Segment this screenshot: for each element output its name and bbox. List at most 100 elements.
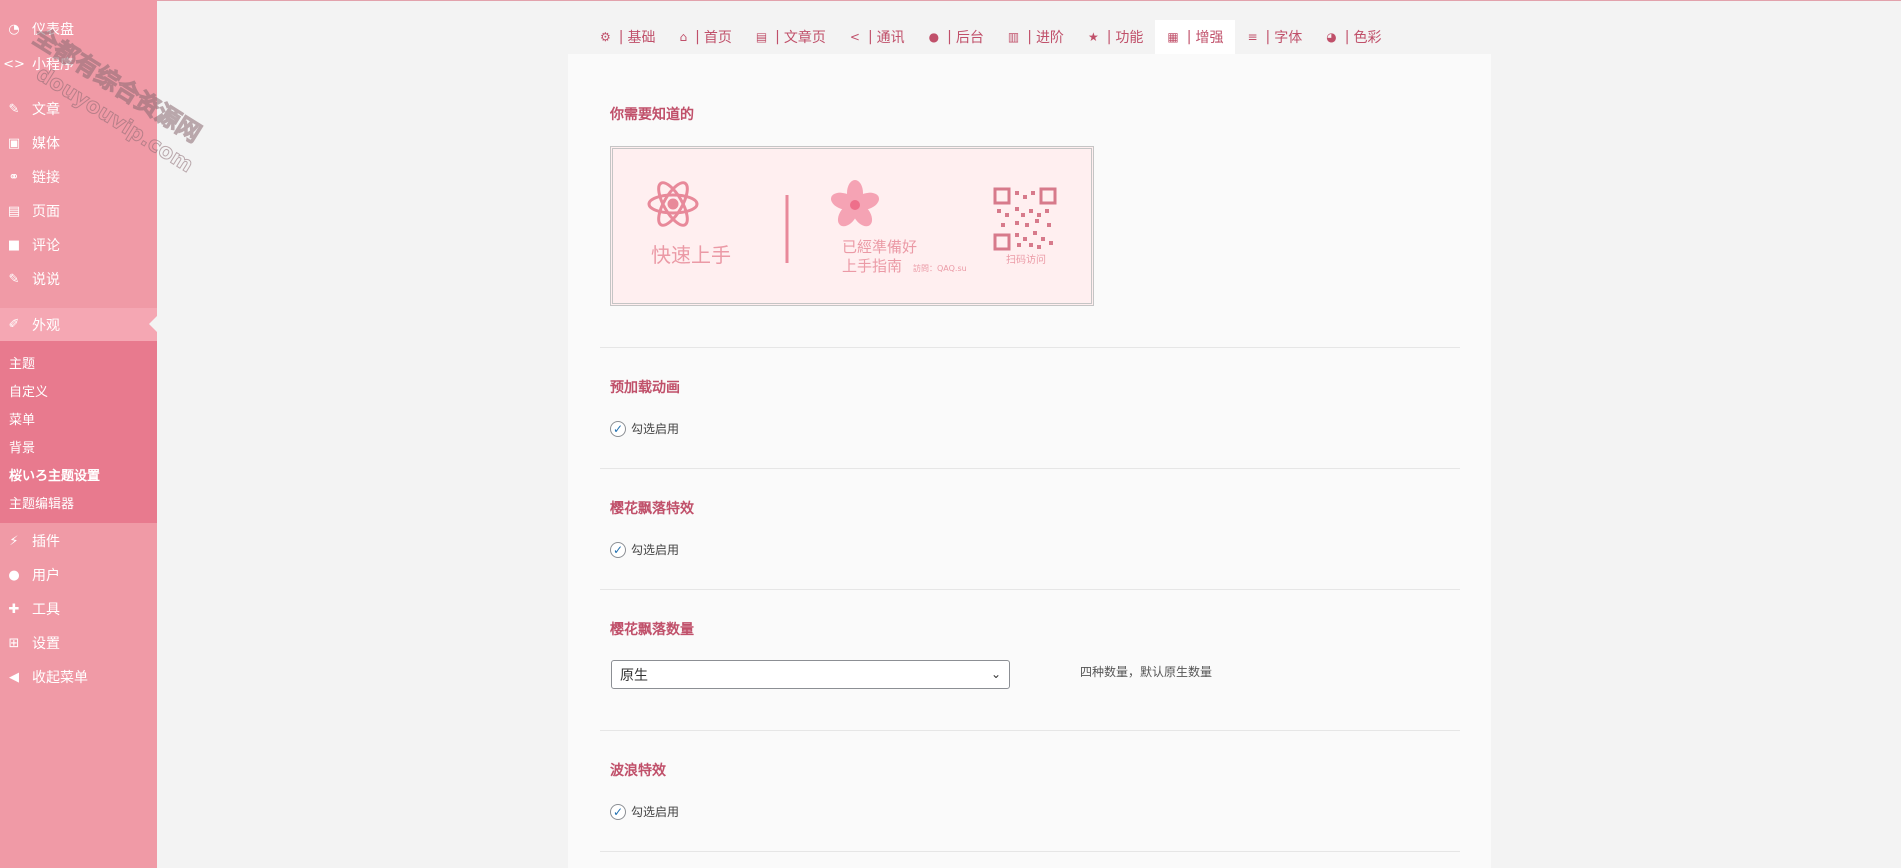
brush-icon: ✐ (8, 317, 20, 332)
sakura-icon (830, 180, 880, 227)
tab-basic[interactable]: ⚙ | 基础 (588, 20, 667, 54)
sidebar-item-label: 用户 (32, 568, 60, 584)
preload-checkbox-row[interactable]: ✓ 勾选启用 (610, 420, 679, 437)
banner-ready: 已經準備好 (842, 238, 917, 256)
book-icon: ▥ (1007, 30, 1020, 44)
media-icon: ▣ (7, 135, 21, 151)
gear-icon: ⚙ (600, 30, 611, 44)
preload-checkbox-label: 勾选启用 (631, 422, 680, 436)
tab-advanced[interactable]: ▥ | 进阶 (996, 20, 1076, 54)
sidebar-item-shuoshuo[interactable]: ✎ 说说 (0, 264, 157, 294)
sakura-checkbox-row[interactable]: ✓ 勾选启用 (610, 541, 679, 558)
sidebar-item-label: 说说 (32, 272, 60, 288)
sidebar-item-users[interactable]: ● 用户 (0, 560, 157, 590)
chevron-down-icon: ⌄ (990, 667, 1001, 681)
settings-tabs: ⚙ | 基础 ⌂ | 首页 ▤ | 文章页 < | 通讯 ● | 后台 ▥ | 进阶 ★ | 功能 ▦ | 增强… (588, 20, 1393, 54)
sidebar-item-label: 小程序 (32, 57, 74, 73)
sakura-checkbox-label: 勾选启用 (631, 543, 680, 557)
dashboard-icon: ◔ (8, 21, 20, 37)
active-menu-arrow (149, 315, 158, 333)
sidebar-item-label: 收起菜单 (32, 670, 88, 686)
sidebar-item-collapse[interactable]: ◀ 收起菜单 (0, 662, 157, 692)
submenu-item-theme-editor[interactable]: 主题编辑器 (9, 493, 74, 512)
tab-article[interactable]: ▤ | 文章页 (744, 20, 838, 54)
sidebar-item-links[interactable]: ⚭ 链接 (0, 162, 157, 192)
user-icon: ● (928, 30, 940, 44)
plugin-icon: ⚡ (9, 533, 19, 549)
tab-backend[interactable]: ● | 后台 (917, 20, 996, 54)
section-title-sakura: 樱花飘落特效 (610, 501, 694, 517)
sidebar-item-label: 插件 (32, 534, 60, 550)
section-divider (600, 730, 1460, 731)
link-icon: ⚭ (8, 169, 20, 185)
sidebar-item-settings[interactable]: ⊞ 设置 (0, 628, 157, 658)
wave-checkbox[interactable]: ✓ (610, 803, 626, 820)
submenu-item-theme-settings[interactable]: 桜いろ主题设置 (9, 465, 100, 484)
atom-icon (647, 181, 699, 227)
sidebar-item-label: 外观 (32, 317, 60, 334)
sakura-count-description: 四种数量，默认原生数量 (1080, 665, 1213, 679)
settings-icon: ⊞ (8, 635, 20, 651)
section-title-preload: 预加载动画 (610, 380, 680, 396)
banner-visit: 訪問：QAQ.su (913, 263, 967, 273)
sidebar-item-label: 链接 (32, 170, 60, 186)
quick-start-banner[interactable]: 快速上手 已經準備好 上手指南 訪問：QAQ.su 扫码访问 (610, 146, 1094, 306)
sidebar-item-tools[interactable]: ✚ 工具 (0, 594, 157, 624)
code-icon: <> (3, 56, 25, 72)
preload-checkbox[interactable]: ✓ (610, 420, 626, 437)
sidebar-item-posts[interactable]: ✎ 文章 (0, 94, 157, 124)
section-divider (600, 851, 1460, 852)
submenu-item-themes[interactable]: 主题 (9, 353, 35, 372)
section-title-info: 你需要知道的 (610, 107, 694, 123)
sidebar-item-comments[interactable]: ■ 评论 (0, 230, 157, 260)
qr-code-icon (993, 187, 1057, 251)
tab-enhance[interactable]: ▦ | 增强 (1155, 20, 1236, 54)
tab-social[interactable]: < | 通讯 (838, 20, 917, 54)
sakura-checkbox[interactable]: ✓ (610, 541, 626, 558)
sidebar-item-label: 媒体 (32, 136, 60, 152)
section-divider (600, 468, 1460, 469)
submenu-item-menus[interactable]: 菜单 (9, 409, 35, 428)
tab-features[interactable]: ★ | 功能 (1076, 20, 1155, 54)
wave-checkbox-label: 勾选启用 (631, 805, 680, 819)
sidebar-item-label: 仪表盘 (32, 22, 74, 38)
pages-icon: ▤ (7, 203, 21, 219)
sidebar-item-label: 工具 (32, 602, 60, 618)
sakura-count-value: 原生 (620, 667, 648, 684)
banner-graphic: 快速上手 已經準備好 上手指南 訪問：QAQ.su 扫码访问 (647, 180, 1057, 275)
grid-icon: ▦ (1167, 30, 1179, 44)
article-icon: ▤ (755, 30, 768, 44)
banner-quick-start: 快速上手 (651, 243, 731, 267)
submenu-item-customize[interactable]: 自定义 (9, 381, 48, 400)
palette-icon: ◕ (1326, 30, 1337, 44)
sidebar-item-label: 文章 (32, 102, 60, 118)
sidebar-item-appearance[interactable]: ✐ 外观 (0, 308, 157, 341)
user-icon: ● (8, 567, 20, 583)
tab-home[interactable]: ⌂ | 首页 (667, 20, 743, 54)
home-icon: ⌂ (679, 30, 688, 44)
sidebar-item-miniprogram[interactable]: <> 小程序 (0, 49, 157, 79)
sidebar-item-dashboard[interactable]: ◔ 仪表盘 (0, 14, 157, 44)
top-border (157, 0, 1901, 1)
section-title-sakura-count: 樱花飘落数量 (610, 622, 694, 638)
sidebar-item-plugins[interactable]: ⚡ 插件 (0, 526, 157, 556)
tab-font[interactable]: ≡ | 字体 (1235, 20, 1314, 54)
star-icon: ★ (1087, 30, 1099, 44)
sidebar-item-label: 评论 (32, 238, 60, 254)
share-icon: < (849, 30, 860, 44)
wave-checkbox-row[interactable]: ✓ 勾选启用 (610, 803, 679, 820)
sakura-count-select[interactable]: 原生 ⌄ (611, 660, 1010, 689)
submenu-item-background[interactable]: 背景 (9, 437, 35, 456)
section-divider (600, 347, 1460, 348)
sidebar-item-pages[interactable]: ▤ 页面 (0, 196, 157, 226)
section-title-wave: 波浪特效 (610, 763, 666, 779)
banner-guide: 上手指南 (842, 257, 902, 275)
list-icon: ≡ (1247, 30, 1258, 44)
tab-color[interactable]: ◕ | 色彩 (1314, 20, 1393, 54)
sidebar-item-label: 页面 (32, 204, 60, 220)
sidebar-item-media[interactable]: ▣ 媒体 (0, 128, 157, 158)
comment-icon: ■ (7, 237, 21, 253)
wrench-icon: ✚ (8, 601, 20, 617)
appearance-submenu: 主题 自定义 菜单 背景 桜いろ主题设置 主题编辑器 (0, 341, 157, 523)
sidebar-item-label: 设置 (32, 636, 60, 652)
